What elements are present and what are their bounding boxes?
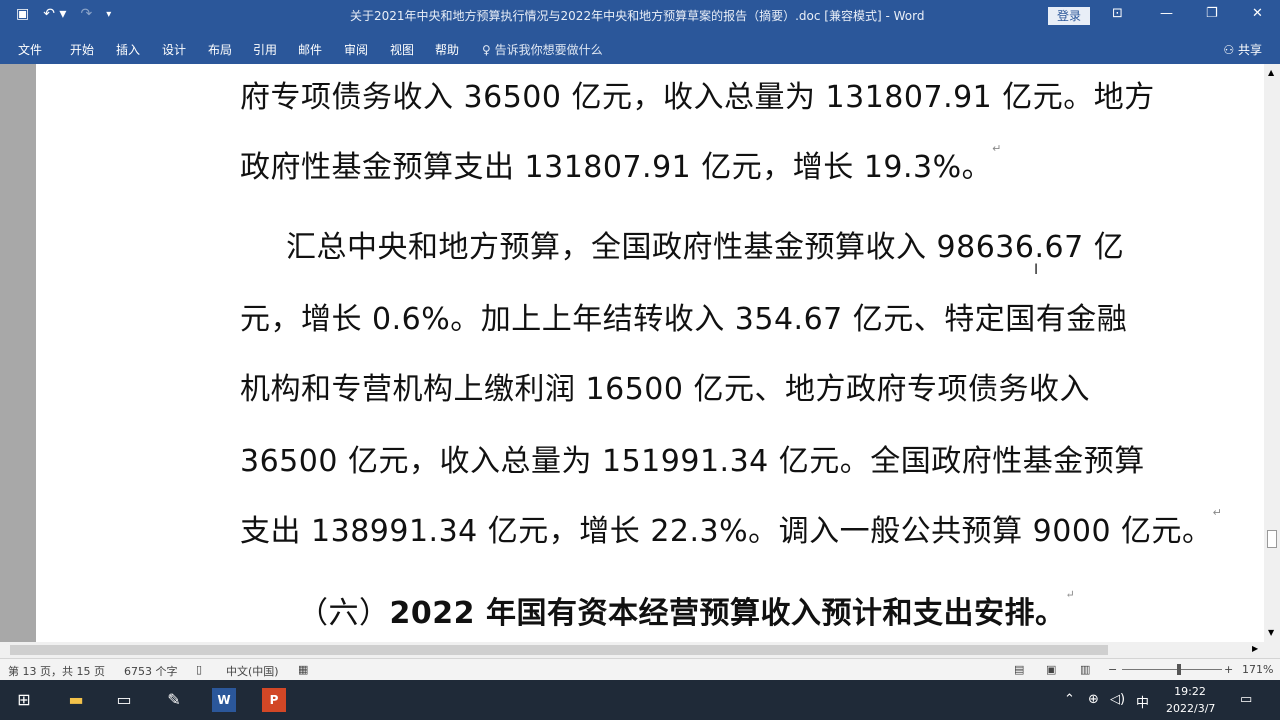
print-layout-icon[interactable]: ▣ <box>1046 663 1056 676</box>
file-explorer-icon[interactable]: ▬ <box>64 688 88 712</box>
terminal-icon[interactable]: ▭ <box>112 688 136 712</box>
show-hidden-icons-icon[interactable]: ⌃ <box>1064 692 1075 707</box>
document-line-text: 政府性基金预算支出 131807.91 亿元，增长 19.3%。 <box>240 150 993 185</box>
person-icon: ⚇ <box>1223 43 1235 57</box>
proofing-icon[interactable]: ▯ <box>196 663 202 676</box>
heading-text: 2022 年国有资本经营预算收入预计和支出安排。 <box>389 596 1066 631</box>
paragraph-mark: ↵ <box>992 142 1002 155</box>
web-layout-icon[interactable]: ▥ <box>1080 663 1090 676</box>
network-icon[interactable]: ⊕ <box>1088 692 1099 707</box>
paragraph-mark: ↵ <box>1212 506 1223 519</box>
scroll-right-icon[interactable]: ▶ <box>1252 644 1258 653</box>
login-button[interactable]: 登录 <box>1048 7 1090 25</box>
zoom-slider-track[interactable] <box>1122 669 1222 670</box>
read-mode-icon[interactable]: ▤ <box>1014 663 1024 676</box>
redo-icon[interactable]: ↷ <box>80 6 92 22</box>
paint-icon[interactable]: ✎ <box>162 688 186 712</box>
document-line: 元，增长 0.6%。加上上年结转收入 354.67 亿元、特定国有金融 <box>240 302 1128 337</box>
document-page[interactable]: 府专项债务收入 36500 亿元，收入总量为 131807.91 亿元。地方 政… <box>36 64 1264 642</box>
system-clock[interactable]: 19:22 2022/3/7 <box>1166 683 1216 717</box>
scroll-thumb[interactable] <box>1267 530 1277 548</box>
zoom-in-icon[interactable]: + <box>1224 663 1233 676</box>
paragraph-mark: ↵ <box>1065 588 1076 601</box>
save-icon[interactable]: ▣ <box>16 6 29 22</box>
document-line: 支出 138991.34 亿元，增长 22.3%。调入一般公共预算 9000 亿… <box>240 506 1222 550</box>
close-icon[interactable]: ✕ <box>1252 6 1263 21</box>
taskbar: ⊞ ▬ ▭ ✎ W P ⌃ ⊕ ◁) 中 19:22 2022/3/7 ▭ <box>0 680 1280 720</box>
clock-time: 19:22 <box>1174 685 1206 698</box>
word-app-icon[interactable]: W <box>212 688 236 712</box>
document-line: 汇总中央和地方预算，全国政府性基金预算收入 98636.67 亿 <box>286 230 1125 265</box>
restore-icon[interactable]: ❐ <box>1206 6 1218 21</box>
document-line: 36500 亿元，收入总量为 151991.34 亿元。全国政府性基金预算 <box>240 444 1145 479</box>
tab-mailings[interactable]: 邮件 <box>298 41 322 58</box>
scroll-down-icon[interactable]: ▼ <box>1268 628 1274 637</box>
document-line: 府专项债务收入 36500 亿元，收入总量为 131807.91 亿元。地方 <box>240 80 1155 115</box>
tab-review[interactable]: 审阅 <box>344 41 368 58</box>
undo-icon[interactable]: ↶ ▾ <box>43 6 66 22</box>
clock-date: 2022/3/7 <box>1166 702 1216 715</box>
notification-icon[interactable]: ▭ <box>1240 692 1252 707</box>
minimize-icon[interactable]: — <box>1160 6 1173 21</box>
tab-design[interactable]: 设计 <box>162 41 186 58</box>
document-line: 政府性基金预算支出 131807.91 亿元，增长 19.3%。 ↵ <box>240 142 1200 186</box>
ime-indicator[interactable]: 中 <box>1136 692 1149 711</box>
heading-prefix: （六） <box>298 596 390 631</box>
window-title: 关于2021年中央和地方预算执行情况与2022年中央和地方预算草案的报告（摘要）… <box>350 9 925 23</box>
ribbon-tabs: 文件 开始 插入 设计 布局 引用 邮件 审阅 视图 帮助 ♀ 告诉我你想要做什… <box>0 32 1280 64</box>
title-bar: ▣ ↶ ▾ ↷ ▾ 关于2021年中央和地方预算执行情况与2022年中央和地方预… <box>0 0 1280 32</box>
zoom-slider-knob[interactable] <box>1177 664 1181 675</box>
document-line: 机构和专营机构上缴利润 16500 亿元、地方政府专项债务收入 <box>240 372 1091 407</box>
tell-me-search[interactable]: ♀ 告诉我你想要做什么 <box>482 41 603 58</box>
quick-access-toolbar: ▣ ↶ ▾ ↷ ▾ <box>16 6 111 22</box>
section-heading: （六）2022 年国有资本经营预算收入预计和支出安排。 ↵ <box>298 588 1258 632</box>
page-count[interactable]: 第 13 页，共 15 页 <box>8 663 105 679</box>
share-label: 共享 <box>1237 43 1262 57</box>
document-line-text: 支出 138991.34 亿元，增长 22.3%。调入一般公共预算 9000 亿… <box>240 514 1213 549</box>
share-button[interactable]: ⚇ 共享 <box>1223 41 1262 58</box>
language-indicator[interactable]: 中文(中国) <box>226 663 279 679</box>
tab-insert[interactable]: 插入 <box>116 41 140 58</box>
powerpoint-app-icon[interactable]: P <box>262 688 286 712</box>
tab-home[interactable]: 开始 <box>70 41 94 58</box>
zoom-level[interactable]: 171% <box>1242 663 1273 676</box>
tab-help[interactable]: 帮助 <box>435 41 459 58</box>
word-count[interactable]: 6753 个字 <box>124 663 178 679</box>
lightbulb-icon: ♀ <box>482 43 491 57</box>
volume-icon[interactable]: ◁) <box>1110 692 1125 707</box>
tell-me-label: 告诉我你想要做什么 <box>494 43 603 57</box>
document-workspace: 府专项债务收入 36500 亿元，收入总量为 131807.91 亿元。地方 政… <box>0 64 1280 642</box>
tab-references[interactable]: 引用 <box>253 41 277 58</box>
tab-layout[interactable]: 布局 <box>208 41 232 58</box>
macro-icon[interactable]: ▦ <box>298 663 308 676</box>
windows-start-icon[interactable]: ⊞ <box>12 688 36 712</box>
horizontal-scrollbar[interactable]: ▶ <box>0 642 1280 658</box>
scroll-thumb[interactable] <box>10 645 1108 655</box>
tab-file[interactable]: 文件 <box>18 41 42 58</box>
customize-icon[interactable]: ▾ <box>106 9 111 20</box>
tab-view[interactable]: 视图 <box>390 41 414 58</box>
zoom-out-icon[interactable]: − <box>1108 663 1117 676</box>
vertical-scrollbar[interactable]: ▲ ▼ <box>1264 64 1280 642</box>
text-cursor-icon: I <box>1034 262 1039 278</box>
scroll-up-icon[interactable]: ▲ <box>1268 68 1274 77</box>
status-bar: 第 13 页，共 15 页 6753 个字 ▯ 中文(中国) ▦ ▤ ▣ ▥ −… <box>0 658 1280 680</box>
ribbon-display-options-icon[interactable]: ⊡ <box>1112 6 1123 21</box>
